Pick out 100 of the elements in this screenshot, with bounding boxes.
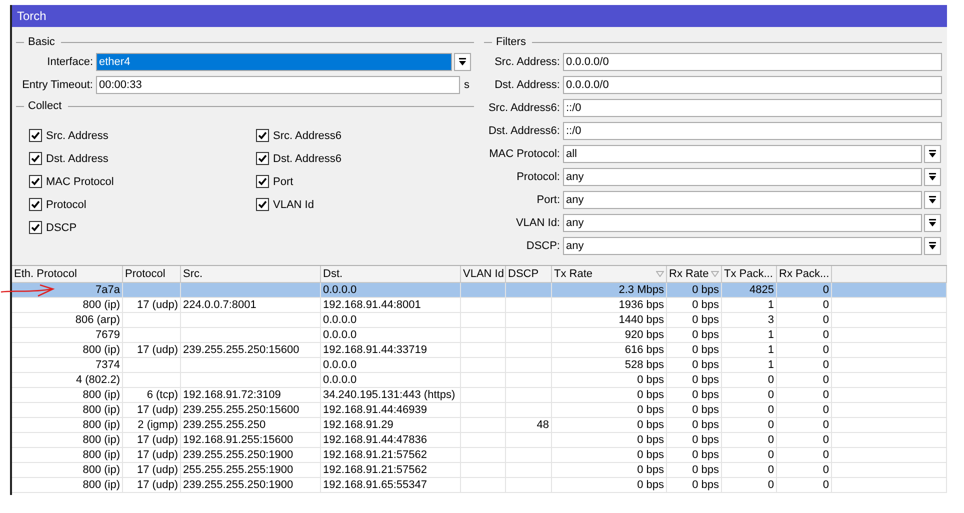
table-cell: 4825	[722, 283, 777, 297]
table-row[interactable]: 800 (ip) 17 (udp) 224.0.0.7:8001 192.168.91.44:8001 1936 bps 0 bps 1 0	[12, 298, 947, 313]
checkbox[interactable]	[29, 198, 42, 211]
dropdown-button[interactable]	[924, 191, 941, 209]
table-cell: 192.168.91.65:55347	[321, 478, 461, 492]
table-row[interactable]: 800 (ip) 17 (udp) 255.255.255.255:1900 192.168.91.21:57562 0 bps 0 bps 0 0	[12, 463, 947, 478]
dropdown-field[interactable]: all	[563, 145, 922, 163]
table-cell: 0.0.0.0	[321, 328, 461, 342]
table-cell: 4 (802.2)	[12, 373, 123, 387]
table-row[interactable]: 7679 0.0.0.0 920 bps 0 bps 1 0	[12, 328, 947, 343]
table-row[interactable]: 806 (arp) 0.0.0.0 1440 bps 0 bps 3 0	[12, 313, 947, 328]
dropdown-field[interactable]: any	[563, 191, 922, 209]
text-field[interactable]: 00:00:33	[96, 76, 460, 94]
table-cell: 17 (udp)	[123, 448, 181, 462]
checkbox[interactable]	[256, 198, 269, 211]
text-field[interactable]: 0.0.0.0/0	[563, 53, 942, 71]
down-arrow-icon	[929, 242, 936, 250]
table-cell: 0 bps	[667, 448, 722, 462]
table-cell: 0 bps	[667, 463, 722, 477]
column-header[interactable]: Rx Rate	[667, 266, 722, 282]
table-cell: 0	[777, 283, 832, 297]
table-cell: 192.168.91.21:57562	[321, 463, 461, 477]
table-cell: 0	[777, 388, 832, 402]
table-cell: 0 bps	[667, 298, 722, 312]
table-cell: 34.240.195.131:443 (https)	[321, 388, 461, 402]
column-header[interactable]: Eth. Protocol	[12, 266, 123, 282]
table-cell: 192.168.91.21:57562	[321, 448, 461, 462]
checkbox[interactable]	[256, 129, 269, 142]
table-row[interactable]: 800 (ip) 17 (udp) 239.255.255.250:1900 192.168.91.21:57562 0 bps 0 bps 0 0	[12, 448, 947, 463]
checkbox[interactable]	[29, 152, 42, 165]
table-cell: 1	[722, 358, 777, 372]
table-row[interactable]: 800 (ip) 2 (igmp) 239.255.255.250 192.168.91.29 48 0 bps 0 bps 0 0	[12, 418, 947, 433]
dropdown-button[interactable]	[924, 145, 941, 163]
column-header[interactable]: DSCP	[506, 266, 552, 282]
column-header[interactable]: Src.	[181, 266, 321, 282]
checkbox[interactable]	[256, 152, 269, 165]
checkbox-label: MAC Protocol	[46, 176, 114, 188]
table-row[interactable]: 7374 0.0.0.0 528 bps 0 bps 1 0	[12, 358, 947, 373]
column-header[interactable]: Tx Pack...	[722, 266, 777, 282]
text-field[interactable]: ::/0	[563, 99, 942, 117]
table-cell: 800 (ip)	[12, 343, 123, 357]
table-cell: 0	[777, 298, 832, 312]
dropdown-button[interactable]	[924, 168, 941, 186]
dropdown-field[interactable]: any	[563, 214, 922, 232]
table-row[interactable]: 800 (ip) 6 (tcp) 192.168.91.72:3109 34.240.195.131:443 (https) 0 bps 0 bps 0 0	[12, 388, 947, 403]
column-header[interactable]: Tx Rate	[552, 266, 667, 282]
table-cell: 17 (udp)	[123, 433, 181, 447]
table-row[interactable]: 800 (ip) 17 (udp) 239.255.255.250:1900 192.168.91.65:55347 0 bps 0 bps 0 0	[12, 478, 947, 493]
column-header[interactable]: VLAN Id	[461, 266, 506, 282]
table-cell: 6 (tcp)	[123, 388, 181, 402]
table-cell: 17 (udp)	[123, 463, 181, 477]
table-row[interactable]: 800 (ip) 17 (udp) 239.255.255.250:15600 192.168.91.44:33719 616 bps 0 bps 1 0	[12, 343, 947, 358]
table-cell: 0	[777, 418, 832, 432]
column-header[interactable]: Dst.	[321, 266, 461, 282]
table-cell: 806 (arp)	[12, 313, 123, 327]
checkbox-label: Protocol	[46, 198, 86, 210]
table-cell: 2 (igmp)	[123, 418, 181, 432]
dropdown-field[interactable]: any	[563, 237, 922, 255]
checkbox-label: DSCP	[46, 222, 77, 234]
checkbox[interactable]	[29, 129, 42, 142]
table-cell: 0.0.0.0	[321, 283, 461, 297]
field-label: Src. Address:	[494, 56, 561, 68]
dropdown-button[interactable]	[924, 237, 941, 255]
table-row[interactable]: 800 (ip) 17 (udp) 239.255.255.250:15600 192.168.91.44:46939 0 bps 0 bps 0 0	[12, 403, 947, 418]
table-cell: 0 bps	[667, 358, 722, 372]
dropdown-field[interactable]: ether4	[96, 53, 452, 71]
table-cell: 0	[777, 403, 832, 417]
column-header[interactable]: Rx Pack...	[777, 266, 832, 282]
checkbox[interactable]	[29, 221, 42, 234]
field-label: Protocol:	[516, 171, 561, 183]
table-row[interactable]: 4 (802.2) 0.0.0.0 0 bps 0 bps 0 0	[12, 373, 947, 388]
dropdown-field[interactable]: any	[563, 168, 922, 186]
table-row[interactable]: 800 (ip) 17 (udp) 192.168.91.255:15600 192.168.91.44:47836 0 bps 0 bps 0 0	[12, 433, 947, 448]
table-cell: 192.168.91.44:8001	[321, 298, 461, 312]
table-cell: 7a7a	[12, 283, 123, 297]
field-label: Src. Address6:	[487, 102, 561, 114]
table-cell: 800 (ip)	[12, 388, 123, 402]
dropdown-button[interactable]	[924, 214, 941, 232]
table-cell: 0	[722, 418, 777, 432]
table-cell: 1440 bps	[552, 313, 667, 327]
table-cell: 239.255.255.250:1900	[181, 478, 321, 492]
checkbox[interactable]	[256, 175, 269, 188]
field-label: Entry Timeout:	[21, 79, 94, 91]
column-header[interactable]: Protocol	[123, 266, 181, 282]
table-cell: 0	[777, 313, 832, 327]
dropdown-button[interactable]	[454, 53, 471, 71]
table-row[interactable]: 7a7a 0.0.0.0 2.3 Mbps 0 bps 4825 0	[12, 283, 947, 298]
field-label: Dst. Address6:	[487, 125, 561, 137]
field-label: MAC Protocol:	[488, 148, 561, 160]
table-cell: 192.168.91.29	[321, 418, 461, 432]
text-field[interactable]: 0.0.0.0/0	[563, 76, 942, 94]
table-cell: 800 (ip)	[12, 478, 123, 492]
table-cell: 239.255.255.250:15600	[181, 343, 321, 357]
table-cell: 528 bps	[552, 358, 667, 372]
table-cell: 255.255.255.255:1900	[181, 463, 321, 477]
table-cell: 0	[722, 433, 777, 447]
text-field[interactable]: ::/0	[563, 122, 942, 140]
checkbox[interactable]	[29, 175, 42, 188]
table-cell: 0	[777, 463, 832, 477]
group-title: Filters	[496, 36, 526, 48]
